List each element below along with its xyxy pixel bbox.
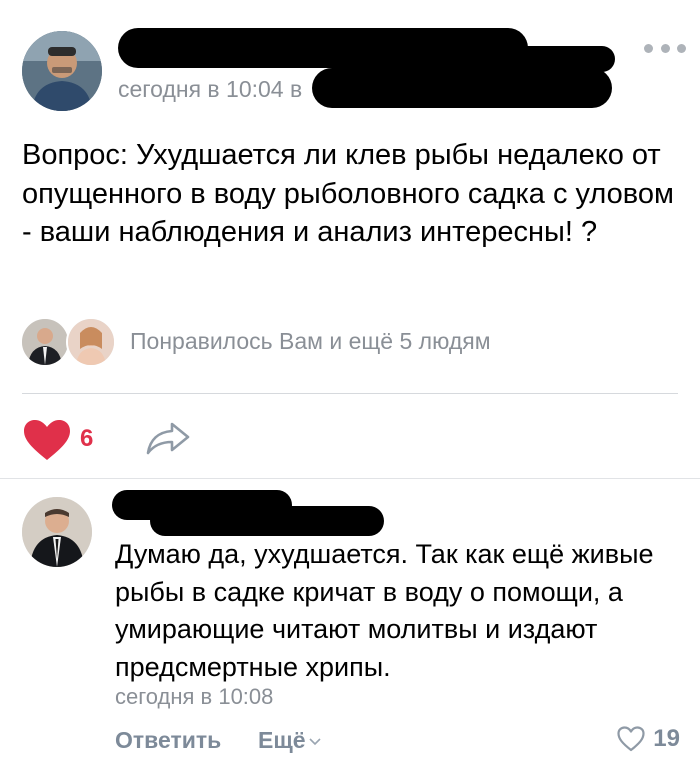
chevron-down-icon — [308, 737, 321, 745]
post-timestamp: сегодня в 10:04 в — [118, 76, 303, 102]
comment-more-label: Ещё — [258, 727, 306, 753]
post-more-icon[interactable] — [644, 42, 686, 54]
like-button[interactable] — [22, 418, 72, 462]
post-divider — [22, 393, 678, 394]
comment-like-button[interactable]: 19 — [617, 725, 680, 753]
heart-icon — [24, 420, 70, 460]
share-button[interactable] — [144, 418, 192, 458]
redacted-commenter-name-extra — [150, 506, 384, 536]
post-like-count: 6 — [80, 425, 94, 452]
comment-like-count: 19 — [653, 725, 680, 752]
post-author-avatar[interactable] — [22, 31, 102, 111]
comment-author-avatar[interactable] — [22, 497, 92, 567]
likes-summary[interactable]: Понравилось Вам и ещё 5 людям — [130, 328, 491, 355]
redacted-post-location — [312, 68, 612, 108]
comment-more-button[interactable]: Ещё — [258, 727, 321, 754]
liker-avatar-2[interactable] — [66, 317, 116, 367]
reply-button[interactable]: Ответить — [115, 727, 221, 754]
comment-text: Думаю да, ухудшается. Так как ещё живые … — [115, 539, 654, 682]
share-arrow-icon — [146, 422, 190, 455]
liker-avatar-1[interactable] — [20, 317, 70, 367]
comment-timestamp: сегодня в 10:08 — [115, 684, 274, 709]
heart-outline-icon — [617, 726, 645, 752]
comments-divider — [0, 478, 700, 479]
post-text: Вопрос: Ухудшается ли клев рыбы недалеко… — [22, 139, 674, 248]
